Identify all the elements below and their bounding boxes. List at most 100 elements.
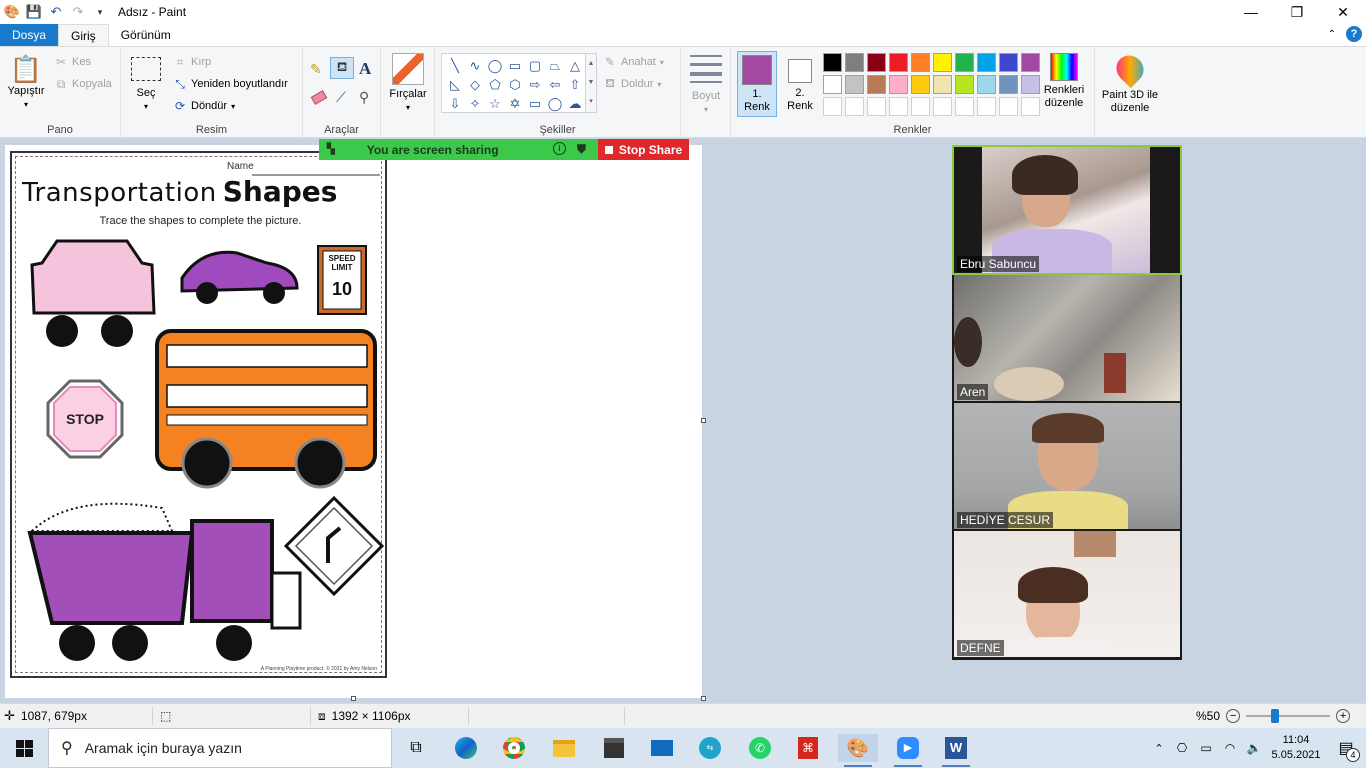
color-swatch[interactable]	[977, 75, 996, 94]
color-swatch[interactable]	[823, 53, 842, 72]
paste-button[interactable]: 📋 Yapıştır ▾	[6, 53, 46, 111]
custom-color-slot[interactable]	[977, 97, 996, 116]
rectangle-shape-icon[interactable]: ▭	[505, 56, 525, 75]
color-swatch[interactable]	[867, 75, 886, 94]
acrobat-icon[interactable]: ⌘	[788, 734, 828, 762]
color-swatch[interactable]	[933, 75, 952, 94]
color-swatch[interactable]	[911, 75, 930, 94]
maximize-button[interactable]: ❐	[1274, 0, 1320, 24]
curve-shape-icon[interactable]: ∿	[465, 56, 485, 75]
resize-button[interactable]: ⤡ Yeniden boyutlandır	[173, 77, 288, 91]
canvas-resize-handle-bottom[interactable]	[351, 696, 356, 701]
custom-color-slot[interactable]	[845, 97, 864, 116]
eraser-icon[interactable]	[310, 90, 328, 105]
custom-color-slot[interactable]	[955, 97, 974, 116]
hexagon-shape-icon[interactable]: ⬡	[505, 75, 525, 94]
up-arrow-shape-icon[interactable]: ⇧	[565, 75, 585, 94]
close-button[interactable]: ✕	[1320, 0, 1366, 24]
color-swatch[interactable]	[933, 53, 952, 72]
oval-callout-shape-icon[interactable]: ◯	[545, 94, 565, 113]
five-point-star-shape-icon[interactable]: ☆	[485, 94, 505, 113]
shield-icon[interactable]: ⛊	[577, 142, 586, 157]
color-swatch[interactable]	[955, 53, 974, 72]
color-picker-icon[interactable]: ⟋	[336, 89, 346, 106]
meet-now-icon[interactable]: ⎔	[1170, 741, 1194, 755]
notifications-button[interactable]: ▤ 4	[1326, 728, 1366, 768]
cut-button[interactable]: ✂ Kes	[54, 55, 91, 69]
brushes-button[interactable]: Fırçalar ▾	[387, 53, 429, 114]
minimize-button[interactable]: —	[1228, 0, 1274, 24]
outline-button[interactable]: ✎ Anahat ▾	[603, 55, 664, 69]
eba-icon[interactable]: ⇆	[690, 734, 730, 762]
pentagon-shape-icon[interactable]: ⬠	[485, 75, 505, 94]
line-shape-icon[interactable]: ╲	[445, 56, 465, 75]
show-hidden-icons[interactable]: ⌃	[1148, 742, 1170, 755]
custom-color-slot[interactable]	[889, 97, 908, 116]
crop-button[interactable]: ⌗ Kırp	[173, 55, 212, 69]
whatsapp-icon[interactable]: ✆	[740, 734, 780, 762]
help-icon[interactable]: ?	[1346, 26, 1362, 42]
mail-icon[interactable]	[642, 734, 682, 762]
right-arrow-shape-icon[interactable]: ⇨	[525, 75, 545, 94]
polygon-shape-icon[interactable]: ⏢	[545, 56, 565, 75]
copy-button[interactable]: ⧉ Kopyala	[54, 77, 112, 91]
zoom-icon[interactable]: ▶	[888, 734, 928, 767]
redo-icon[interactable]: ↷	[70, 4, 86, 20]
drag-handle-icon[interactable]: ▚	[327, 144, 335, 155]
zoom-in-button[interactable]: +	[1336, 709, 1351, 723]
custom-color-slot[interactable]	[867, 97, 886, 116]
tab-view[interactable]: Görünüm	[109, 24, 183, 46]
canvas-resize-handle-corner[interactable]	[701, 696, 706, 701]
tab-file[interactable]: Dosya	[0, 24, 59, 46]
down-arrow-shape-icon[interactable]: ⇩	[445, 94, 465, 113]
right-triangle-shape-icon[interactable]: ◺	[445, 75, 465, 94]
color-swatch[interactable]	[889, 75, 908, 94]
fill-bucket-icon[interactable]: ⛾	[330, 57, 354, 79]
rect-callout-shape-icon[interactable]: ▭	[525, 94, 545, 113]
tab-home[interactable]: Giriş	[58, 24, 109, 46]
participant-tile[interactable]: Ebru Sabuncu	[952, 145, 1182, 275]
save-icon[interactable]: 💾	[26, 4, 42, 20]
oval-shape-icon[interactable]: ◯	[485, 56, 505, 75]
color2-button[interactable]: 2. Renk	[781, 51, 819, 117]
paint-app-icon[interactable]: 🎨	[4, 4, 20, 20]
clock[interactable]: 11:04 5.05.2021	[1266, 733, 1326, 763]
zoom-slider[interactable]	[1246, 709, 1331, 723]
store-icon[interactable]	[594, 734, 634, 762]
start-button[interactable]	[4, 734, 44, 762]
custom-color-slot[interactable]	[933, 97, 952, 116]
rotate-button[interactable]: ⟳ Döndür ▾	[173, 99, 235, 113]
paint3d-button[interactable]: Paint 3D ile düzenle	[1099, 49, 1161, 115]
color-swatch[interactable]	[823, 75, 842, 94]
participant-tile[interactable]: Aren	[954, 275, 1180, 401]
edge-icon[interactable]	[446, 734, 486, 762]
color-swatch[interactable]	[867, 53, 886, 72]
magnifier-icon[interactable]: ⚲	[359, 89, 369, 106]
edit-colors-button[interactable]: Renkleri düzenle	[1037, 53, 1091, 110]
select-button[interactable]: Seç ▾	[129, 57, 163, 113]
six-point-star-shape-icon[interactable]: ✡	[505, 94, 525, 113]
left-arrow-shape-icon[interactable]: ⇦	[545, 75, 565, 94]
canvas-resize-handle-right[interactable]	[701, 418, 706, 423]
customize-quick-access-icon[interactable]: ▾	[92, 4, 108, 20]
chrome-icon[interactable]	[494, 734, 534, 762]
color-swatch[interactable]	[845, 53, 864, 72]
color-swatch[interactable]	[955, 75, 974, 94]
stop-share-button[interactable]: Stop Share	[598, 139, 689, 160]
battery-icon[interactable]: ▭	[1194, 741, 1218, 755]
color-swatch[interactable]	[845, 75, 864, 94]
shapes-scroll[interactable]: ▲ ▼ ▾	[585, 53, 597, 113]
text-tool-icon[interactable]: A	[359, 59, 371, 79]
color1-button[interactable]: 1. Renk	[737, 51, 777, 117]
participant-tile[interactable]: HEDİYE CESUR	[954, 403, 1180, 529]
pencil-icon[interactable]: ✎	[310, 61, 322, 78]
screen-share-status[interactable]: ▚ You are screen sharing i ⛊	[319, 139, 598, 160]
color-swatch[interactable]	[911, 53, 930, 72]
fill-button[interactable]: ⛾ Doldur ▾	[603, 76, 661, 91]
triangle-shape-icon[interactable]: △	[565, 56, 585, 75]
paint-taskbar-icon[interactable]: 🎨	[838, 734, 878, 767]
size-button[interactable]: Boyut ▾	[686, 55, 726, 116]
undo-icon[interactable]: ↶	[48, 4, 64, 20]
rounded-rectangle-shape-icon[interactable]: ▢	[525, 56, 545, 75]
custom-color-slot[interactable]	[911, 97, 930, 116]
